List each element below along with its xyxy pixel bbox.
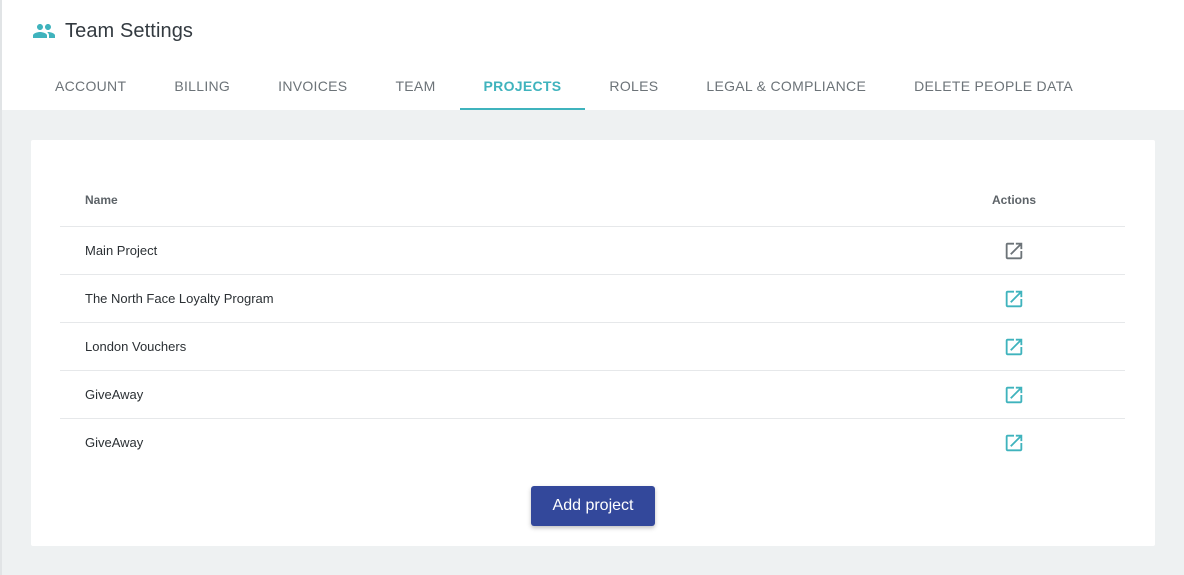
people-icon bbox=[32, 19, 56, 43]
projects-table: Name Actions Main Project The North Face… bbox=[60, 174, 1125, 466]
add-project-button[interactable]: Add project bbox=[531, 486, 655, 526]
settings-tabs: ACCOUNT BILLING INVOICES TEAM PROJECTS R… bbox=[31, 62, 1097, 110]
table-header: Name Actions bbox=[60, 174, 1125, 227]
open-external-icon[interactable] bbox=[1002, 239, 1026, 263]
tab-billing[interactable]: BILLING bbox=[150, 62, 254, 110]
project-name: GiveAway bbox=[85, 435, 144, 450]
tab-legal-compliance[interactable]: LEGAL & COMPLIANCE bbox=[682, 62, 890, 110]
table-row: The North Face Loyalty Program bbox=[60, 275, 1125, 323]
actions-cell bbox=[984, 383, 1044, 407]
project-name: GiveAway bbox=[85, 387, 144, 402]
column-header-actions: Actions bbox=[991, 193, 1036, 207]
project-name: Main Project bbox=[85, 243, 158, 258]
tab-roles[interactable]: ROLES bbox=[585, 62, 682, 110]
actions-cell bbox=[984, 335, 1044, 359]
tab-invoices[interactable]: INVOICES bbox=[254, 62, 371, 110]
tab-account[interactable]: ACCOUNT bbox=[31, 62, 150, 110]
app-frame: Team Settings ACCOUNT BILLING INVOICES T… bbox=[0, 0, 1184, 575]
page-title: Team Settings bbox=[65, 19, 194, 42]
open-external-icon[interactable] bbox=[1002, 383, 1026, 407]
project-name: The North Face Loyalty Program bbox=[85, 291, 274, 306]
open-external-icon[interactable] bbox=[1002, 335, 1026, 359]
table-row: GiveAway bbox=[60, 371, 1125, 419]
table-row: London Vouchers bbox=[60, 323, 1125, 371]
project-name: London Vouchers bbox=[85, 339, 187, 354]
tab-delete-people-data[interactable]: DELETE PEOPLE DATA bbox=[890, 62, 1097, 110]
open-external-icon[interactable] bbox=[1002, 287, 1026, 311]
table-row: GiveAway bbox=[60, 419, 1125, 466]
actions-cell bbox=[984, 431, 1044, 455]
actions-cell bbox=[984, 287, 1044, 311]
tab-projects[interactable]: PROJECTS bbox=[459, 62, 586, 110]
projects-card: Name Actions Main Project The North Face… bbox=[31, 140, 1155, 546]
actions-cell bbox=[984, 239, 1044, 263]
open-external-icon[interactable] bbox=[1002, 431, 1026, 455]
page-header: Team Settings ACCOUNT BILLING INVOICES T… bbox=[2, 0, 1184, 110]
title-row: Team Settings bbox=[32, 18, 193, 44]
tab-team[interactable]: TEAM bbox=[371, 62, 459, 110]
column-header-name: Name bbox=[85, 193, 118, 207]
table-row: Main Project bbox=[60, 227, 1125, 275]
